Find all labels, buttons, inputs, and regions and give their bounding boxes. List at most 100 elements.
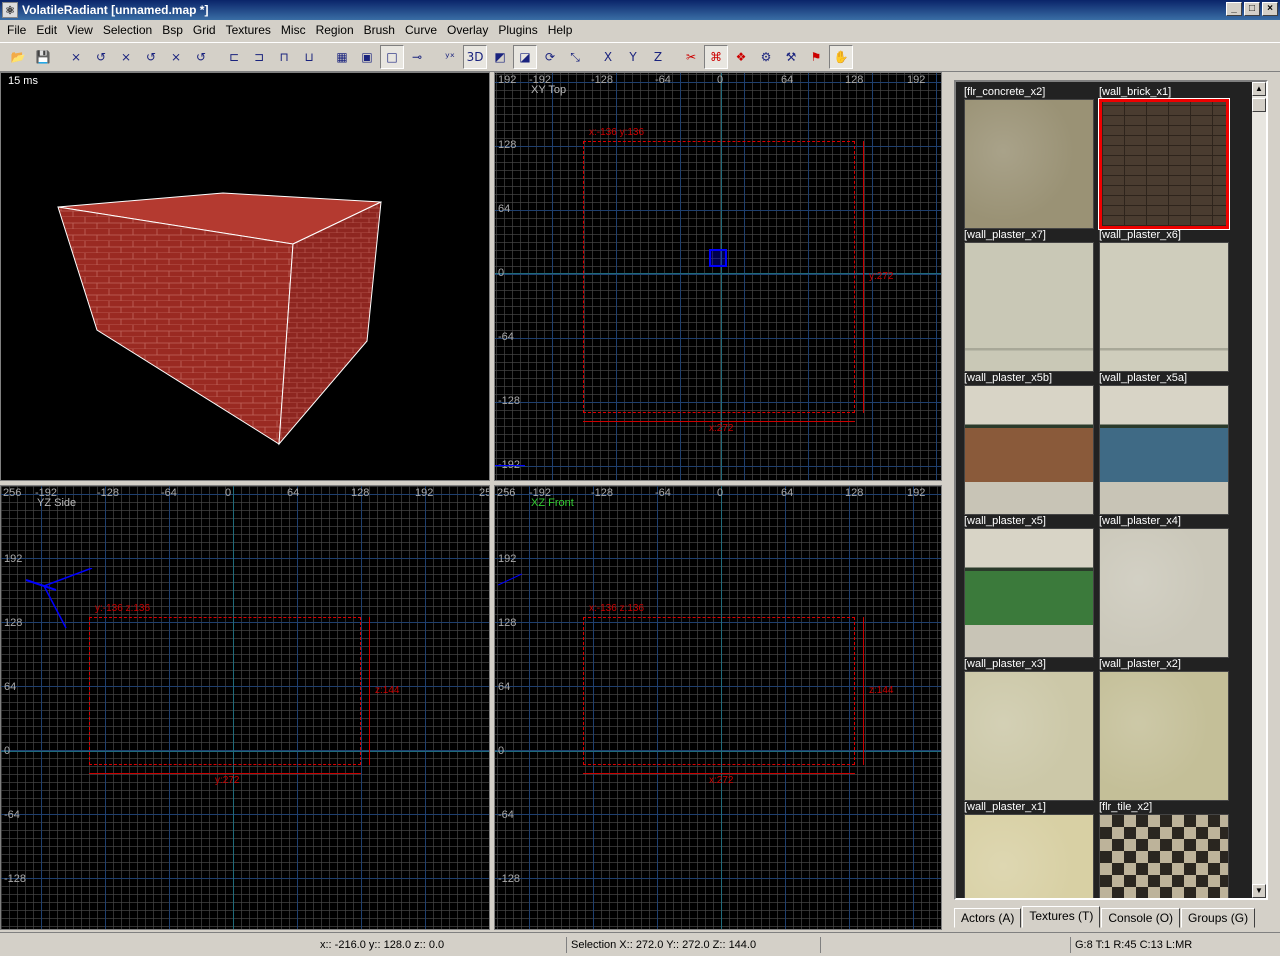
rotate-tool-icon[interactable]: ⟳ (538, 45, 562, 69)
texture-tile[interactable]: [wall_plaster_x7] (964, 229, 1094, 372)
texture-tile[interactable]: [wall_plaster_x5b] (964, 372, 1094, 515)
tab-textures[interactable]: Textures (T) (1022, 906, 1101, 928)
menu-brush[interactable]: Brush (359, 23, 400, 37)
menu-help[interactable]: Help (543, 23, 578, 37)
xy-top-view[interactable]: -192 -128 -64 0 64 128 192 192 128 64 0 -64 -128 -192… (494, 72, 942, 481)
menu-file[interactable]: File (2, 23, 31, 37)
texture-tile[interactable]: [wall_plaster_x4] (1099, 515, 1229, 658)
rotate-z-icon[interactable]: ↺ (189, 45, 213, 69)
rotate-x-icon[interactable]: ↺ (89, 45, 113, 69)
dock-icon[interactable]: ⚑ (804, 45, 828, 69)
texture-tile[interactable]: [wall_plaster_x5] (964, 515, 1094, 658)
texture-tile[interactable]: [flr_concrete_x2] (964, 86, 1094, 229)
menu-selection[interactable]: Selection (98, 23, 157, 37)
texture-thumbnail[interactable] (964, 671, 1094, 801)
patch-tool-icon[interactable]: ✂ (679, 45, 703, 69)
texture-tile[interactable]: [flr_tile_x2] (1099, 801, 1229, 898)
texture-thumbnail[interactable] (1099, 385, 1229, 515)
view-xy-icon[interactable]: X (596, 45, 620, 69)
xz-front-view[interactable]: 256 -192 -128 -64 0 64 128 192 192 128 64 0 -64 -128 X… (494, 485, 942, 930)
texture-thumbnail[interactable] (1099, 814, 1229, 898)
texture-name: [wall_brick_x1] (1099, 86, 1172, 98)
texture-thumbnail[interactable] (1099, 528, 1229, 658)
camera-view[interactable]: 15 ms (0, 72, 490, 481)
tab-actors[interactable]: Actors (A) (954, 908, 1022, 928)
menu-grid[interactable]: Grid (188, 23, 221, 37)
scroll-up-button[interactable]: ▲ (1252, 82, 1266, 96)
menu-misc[interactable]: Misc (276, 23, 311, 37)
flip-y-icon[interactable]: ⨯ (114, 45, 138, 69)
texture-tile[interactable]: [wall_plaster_x6] (1099, 229, 1229, 372)
texture-thumbnail[interactable] (964, 99, 1094, 229)
clipper-icon[interactable]: ⊸ (405, 45, 429, 69)
maximize-button[interactable]: □ (1244, 2, 1260, 16)
texture-thumbnail[interactable] (1099, 671, 1229, 801)
texture-tile[interactable]: [wall_plaster_x2] (1099, 658, 1229, 801)
view-xz-icon[interactable]: Z (646, 45, 670, 69)
change-views-icon[interactable]: ʸˣ (438, 45, 462, 69)
flip-x-icon[interactable]: ⨯ (64, 45, 88, 69)
menu-overlay[interactable]: Overlay (442, 23, 493, 37)
select-inside-icon[interactable]: ⊔ (297, 45, 321, 69)
texture-thumbnail[interactable] (1098, 98, 1230, 230)
selected-brush-outline[interactable] (583, 617, 855, 765)
ruler-label: -64 (498, 331, 514, 343)
texture-tile[interactable]: [wall_plaster_x3] (964, 658, 1094, 801)
select-complete-tall-icon[interactable]: ⊏ (222, 45, 246, 69)
cubic-clip-icon[interactable]: 3D (463, 45, 487, 69)
texture-thumbnail[interactable] (964, 814, 1094, 898)
view-name: YZ Side (37, 497, 77, 509)
rotate-y-icon[interactable]: ↺ (139, 45, 163, 69)
texture-lock-icon[interactable]: ◪ (513, 45, 537, 69)
texture-thumbnail[interactable] (964, 385, 1094, 515)
make-hollow-icon[interactable]: □ (380, 45, 404, 69)
menu-edit[interactable]: Edit (31, 23, 62, 37)
menu-bsp[interactable]: Bsp (157, 23, 188, 37)
texture-tile[interactable]: [wall_plaster_x5a] (1099, 372, 1229, 515)
camera-preview-icon[interactable]: ◩ (488, 45, 512, 69)
texture-scrollbar[interactable]: ▲ ▼ (1252, 82, 1266, 898)
selected-brush-outline[interactable] (583, 141, 855, 413)
menu-view[interactable]: View (62, 23, 98, 37)
ruler-label: 192 (907, 487, 926, 499)
minimize-button[interactable]: _ (1226, 2, 1242, 16)
scale-tool-icon[interactable]: ⤡ (563, 45, 587, 69)
yz-side-view[interactable]: 256-192-128-64064128192256192128640-64-1… (0, 485, 490, 930)
dimension-line (583, 421, 855, 422)
scroll-down-button[interactable]: ▼ (1252, 884, 1266, 898)
dimension-line (89, 773, 361, 774)
view-yz-icon[interactable]: Y (621, 45, 645, 69)
plugin-icon[interactable]: ✋ (829, 45, 853, 69)
camera-frustum-icon[interactable] (6, 568, 126, 648)
open-icon[interactable]: 📂 (6, 45, 30, 69)
texture-browser[interactable]: [flr_tile_x2] [wall_plaster_x1] [wall_plas… (954, 80, 1268, 900)
drill-icon[interactable]: ⚒ (779, 45, 803, 69)
close-button[interactable]: × (1262, 2, 1278, 16)
weld-icon[interactable]: ⚙ (754, 45, 778, 69)
menu-textures[interactable]: Textures (221, 23, 276, 37)
csg-subtract-icon[interactable]: ▦ (330, 45, 354, 69)
scroll-thumb[interactable] (1252, 98, 1266, 112)
tab-console[interactable]: Console (O) (1101, 908, 1181, 928)
select-partial-tall-icon[interactable]: ⊓ (272, 45, 296, 69)
csg-merge-icon[interactable]: ▣ (355, 45, 379, 69)
cursor-coords: x:: -216.0 y:: 128.0 z:: 0.0 (320, 939, 445, 951)
texture-tile[interactable]: [wall_plaster_x1] (964, 801, 1094, 898)
menu-plugins[interactable]: Plugins (493, 23, 542, 37)
texture-thumbnail[interactable] (964, 528, 1094, 658)
flip-z-icon[interactable]: ⨯ (164, 45, 188, 69)
menu-region[interactable]: Region (311, 23, 359, 37)
selected-brush-outline[interactable] (89, 617, 361, 765)
tab-groups[interactable]: Groups (G) (1181, 908, 1256, 928)
texture-name: [wall_plaster_x7] (964, 229, 1046, 241)
save-icon[interactable]: 💾 (31, 45, 55, 69)
texture-tile[interactable]: [wall_brick_x1] (1098, 86, 1230, 230)
brush-3d[interactable] (1, 73, 490, 481)
texture-thumbnail[interactable] (1099, 242, 1229, 372)
menu-curve[interactable]: Curve (400, 23, 442, 37)
camera-marker-icon[interactable] (709, 249, 727, 267)
bend-icon[interactable]: ❖ (729, 45, 753, 69)
patch-select-icon[interactable]: ⌘ (704, 45, 728, 69)
select-touching-icon[interactable]: ⊐ (247, 45, 271, 69)
texture-thumbnail[interactable] (964, 242, 1094, 372)
